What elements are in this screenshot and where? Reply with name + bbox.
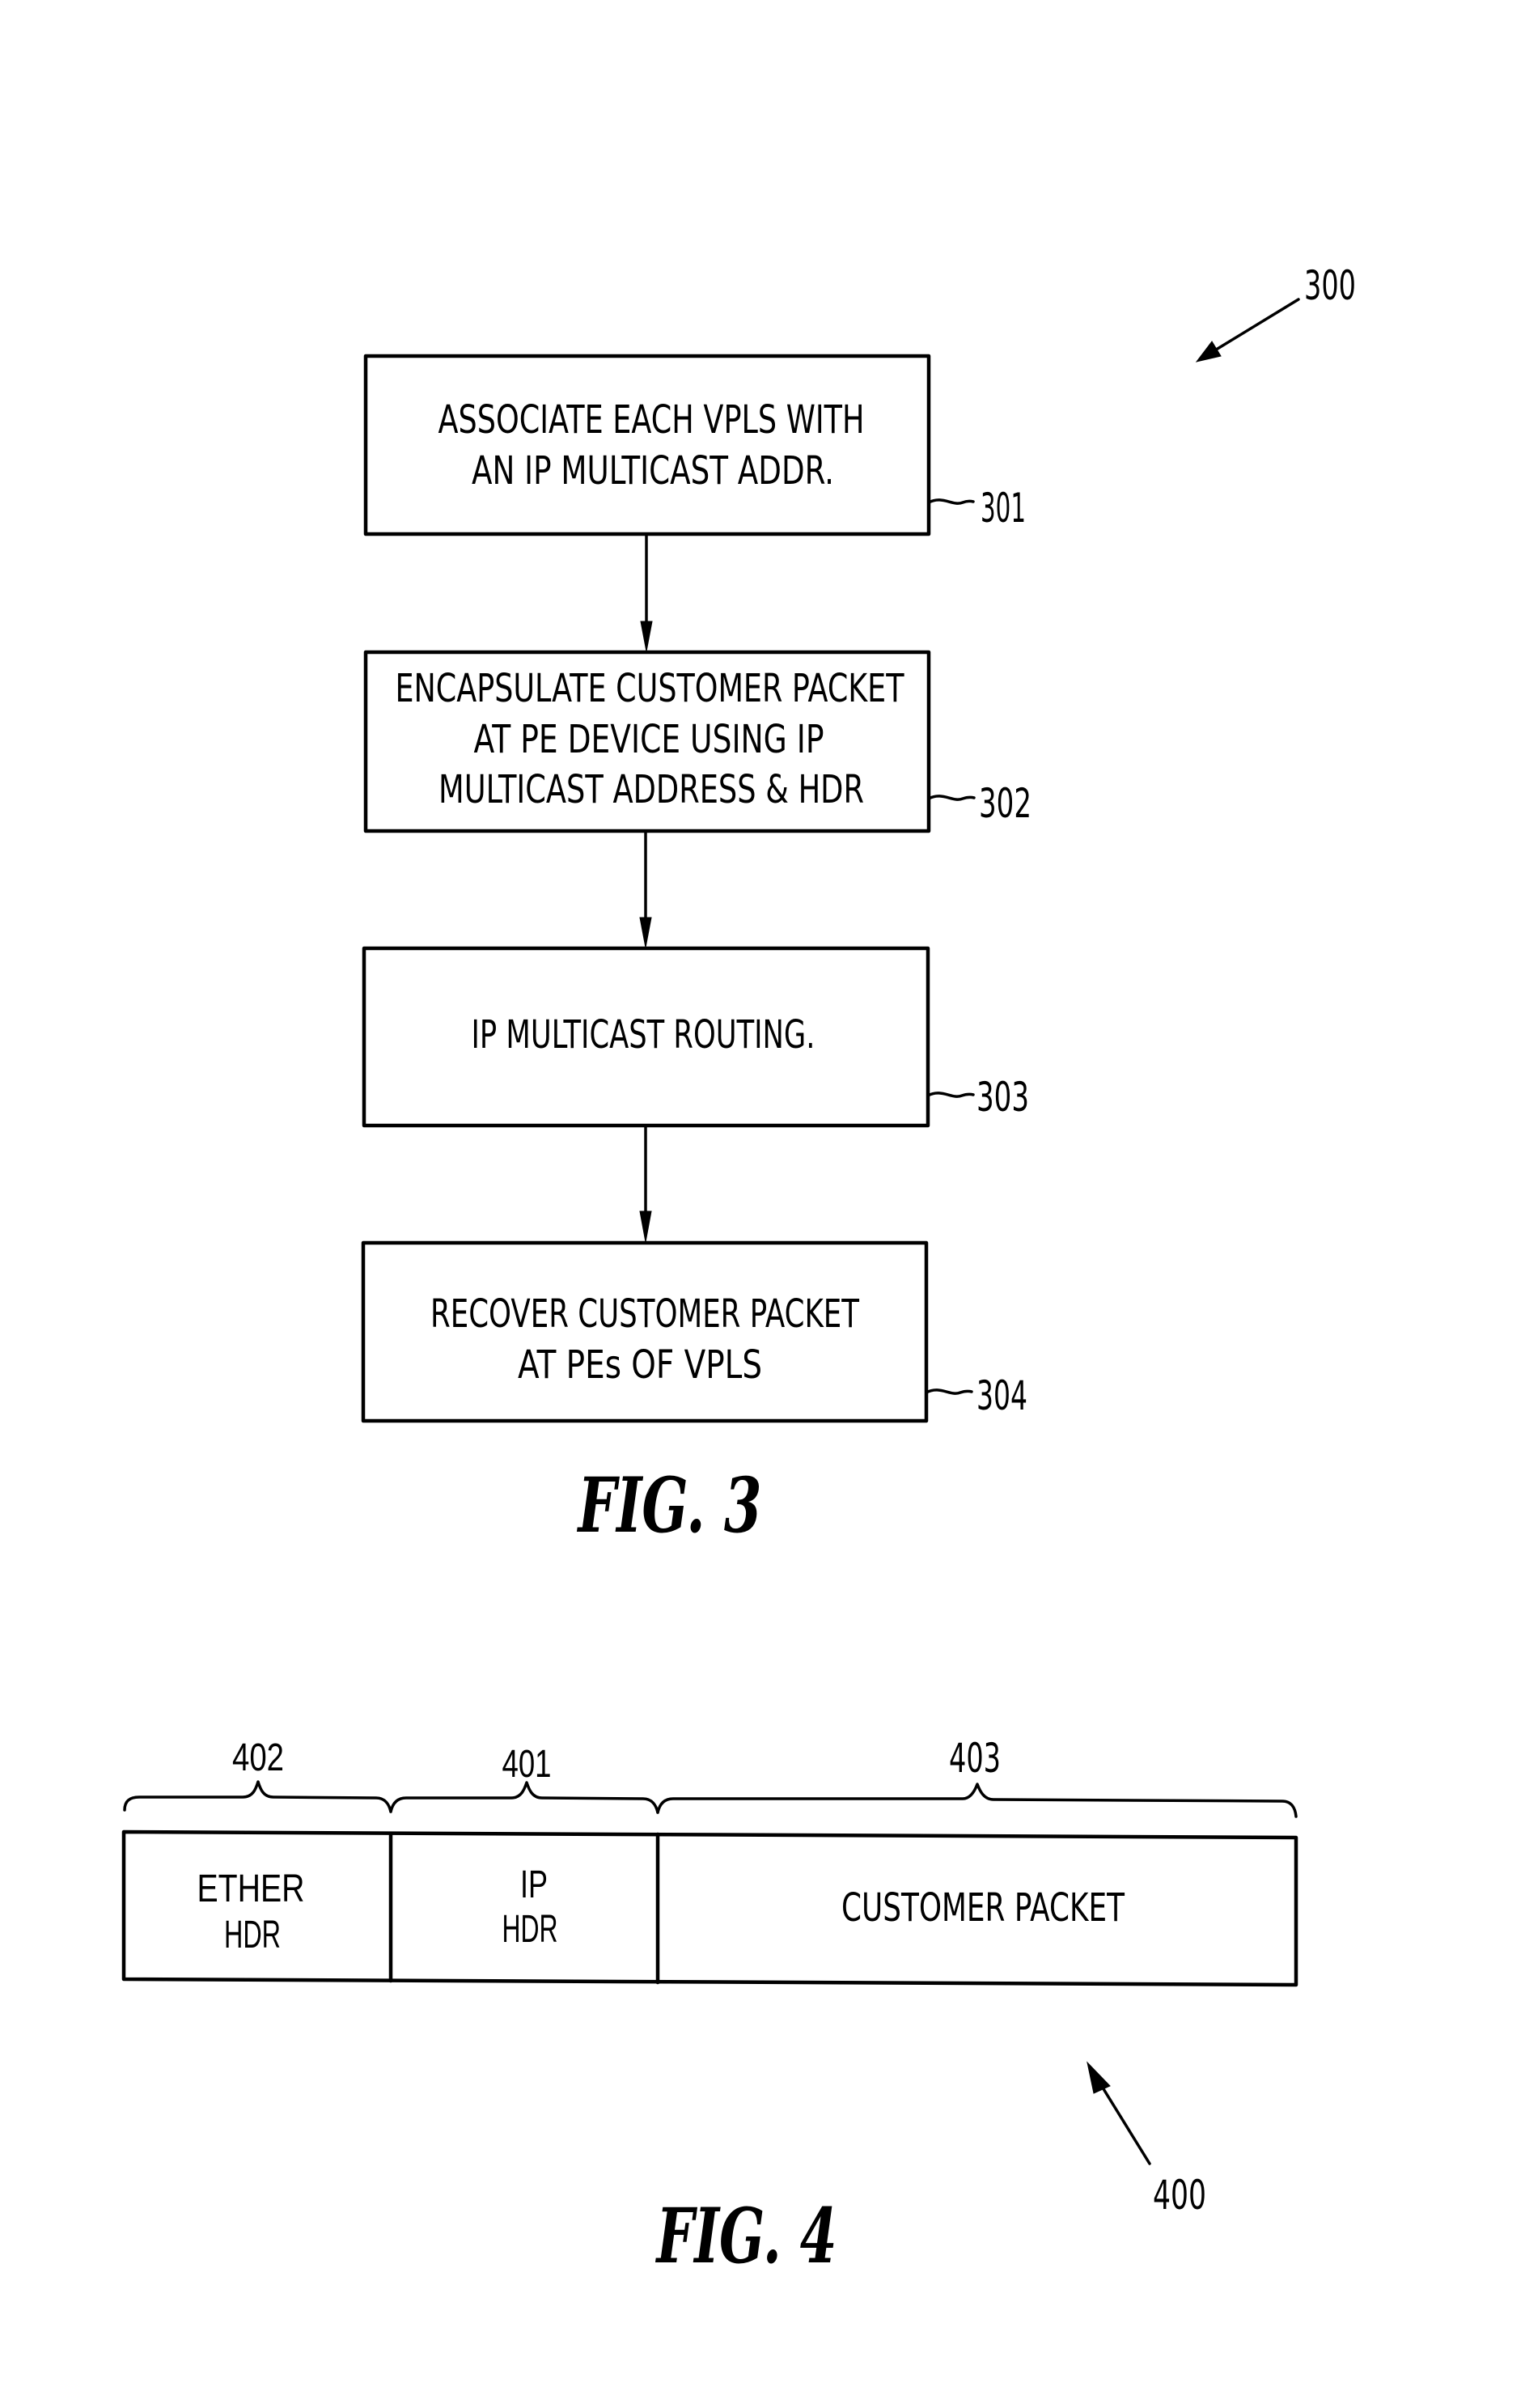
packet-field-ether-hdr: ETHER HDR [197,1867,305,1956]
step-number-301: 301 [981,485,1026,532]
brace-401 [389,1781,659,1814]
flow-step-301: ASSOCIATE EACH VPLS WITH AN IP MULTICAST… [363,354,1026,536]
process-box-301-line-1: ASSOCIATE EACH VPLS WITH [438,397,865,443]
step-number-304: 304 [976,1372,1027,1419]
figure-4-caption: FIG. 4 [654,2192,837,2281]
brace-402 [123,1780,392,1813]
leader-tilde-301 [927,498,975,505]
flow-step-302: ENCAPSULATE CUSTOMER PACKET AT PE DEVICE… [363,650,1031,833]
patent-drawing-sheet: 300 ASSOCIATE EACH VPLS WITH AN IP MULTI… [121,262,1356,2281]
figure-4-reference: 400 [1087,2061,1206,2219]
leader-tilde-304 [925,1388,973,1395]
packet-field-ip-hdr-line-2: HDR [502,1908,558,1951]
reference-label-300: 300 [1304,262,1356,309]
field-reference-402: 402 [232,1736,284,1779]
process-box-304-line-2: AT PEs OF VPLS [518,1342,762,1388]
packet-field-ip-hdr: IP HDR [502,1863,558,1951]
flow-arrowhead [639,1210,652,1243]
reference-arrow-300-shaft [1212,298,1300,353]
field-reference-403: 403 [949,1735,1001,1782]
step-number-303: 303 [976,1074,1029,1121]
figure-3: 300 ASSOCIATE EACH VPLS WITH AN IP MULTI… [361,262,1356,1550]
process-box-301 [363,354,931,536]
reference-arrow-400-head [1087,2061,1111,2094]
field-reference-401: 401 [502,1743,552,1786]
process-box-302-line-1: ENCAPSULATE CUSTOMER PACKET [396,666,905,711]
flow-arrow-301-302 [640,532,653,652]
figure-3-reference: 300 [1195,262,1356,362]
process-box-304-line-1: RECOVER CUSTOMER PACKET [430,1291,860,1337]
packet-field-ip-hdr-line-1: IP [520,1863,548,1906]
figure-3-caption: FIG. 3 [576,1461,761,1550]
reference-arrow-400-shaft [1097,2079,1151,2165]
reference-arrow-300-head [1195,341,1222,362]
packet-field-ether-hdr-line-2: HDR [224,1914,281,1956]
flow-step-303: IP MULTICAST ROUTING. 303 [362,946,1029,1128]
packet-field-ether-hdr-line-1: ETHER [197,1867,305,1910]
figure-4: 402 401 403 ETHER HDR IP HDR CUSTOMER PA… [121,1735,1298,2281]
process-box-302-line-2: AT PE DEVICE USING IP [474,717,824,762]
reference-label-400: 400 [1153,2172,1206,2219]
flow-step-304: RECOVER CUSTOMER PACKET AT PEs OF VPLS 3… [361,1240,1027,1423]
flow-arrow-302-303 [639,829,652,948]
process-box-302-line-3: MULTICAST ADDRESS & HDR [438,767,864,812]
packet-field-customer-packet: CUSTOMER PACKET [841,1885,1125,1931]
packet-field-customer-packet-line-1: CUSTOMER PACKET [841,1885,1125,1931]
brace-403 [656,1783,1298,1818]
leader-tilde-302 [927,795,976,801]
flow-arrow-303-304 [639,1124,652,1243]
process-box-301-line-2: AN IP MULTICAST ADDR. [472,448,834,494]
flow-arrowhead [640,621,653,652]
flow-arrowhead [639,917,652,948]
step-number-302: 302 [979,780,1031,827]
process-box-303-line-1: IP MULTICAST ROUTING. [472,1012,815,1058]
leader-tilde-303 [926,1092,975,1098]
